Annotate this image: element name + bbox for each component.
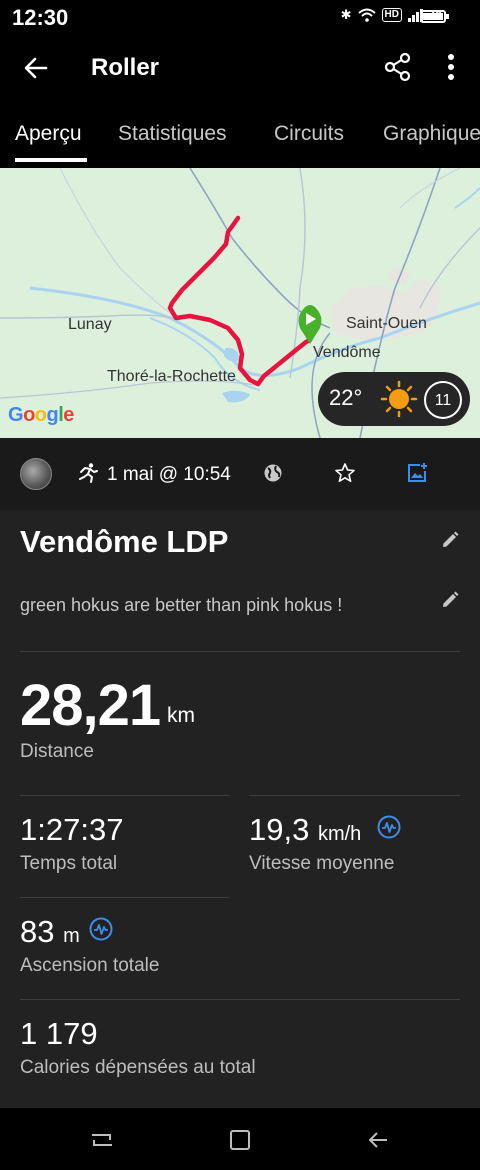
uv-index-badge: 11 bbox=[424, 381, 462, 419]
divider bbox=[20, 795, 229, 796]
google-logo: Google bbox=[8, 404, 74, 426]
globe-icon[interactable] bbox=[263, 463, 283, 483]
road-1 bbox=[189, 168, 331, 329]
sun-icon bbox=[380, 380, 418, 418]
lake bbox=[222, 390, 250, 403]
recent-apps-icon[interactable] bbox=[90, 1128, 114, 1152]
avg-speed-unit: km/h bbox=[317, 823, 362, 845]
status-bar: 12:30 ✱ HD 4G bbox=[0, 0, 480, 34]
lake-2 bbox=[224, 347, 240, 362]
edit-title-icon[interactable] bbox=[440, 530, 460, 550]
avatar[interactable] bbox=[20, 458, 52, 490]
calories-value: 1 179 bbox=[20, 1016, 98, 1051]
activity-details: 1 mai @ 10:54 Vendôme LDP green hokus ar… bbox=[0, 438, 480, 1108]
status-time: 12:30 bbox=[12, 5, 69, 30]
road-8 bbox=[59, 168, 171, 314]
system-nav-bar bbox=[0, 1108, 480, 1170]
ascent-unit: m bbox=[63, 925, 80, 947]
divider bbox=[20, 897, 229, 898]
home-icon[interactable] bbox=[228, 1128, 252, 1152]
divider bbox=[20, 651, 460, 652]
map-label-vendome: Vendôme bbox=[313, 344, 381, 361]
water-east bbox=[454, 187, 480, 209]
weather-widget[interactable]: 22° 11 bbox=[318, 372, 470, 426]
activity-description: green hokus are better than pink hokus ! bbox=[20, 595, 343, 615]
distance-unit: km bbox=[167, 704, 195, 727]
ascent-value: 83 m bbox=[20, 914, 80, 949]
tab-apercu[interactable]: Aperçu bbox=[15, 122, 82, 146]
tab-circuits[interactable]: Circuits bbox=[274, 122, 344, 146]
tab-bar: Aperçu Statistiques Circuits Graphiques bbox=[0, 100, 480, 164]
speed-chart-icon[interactable] bbox=[377, 815, 401, 839]
battery-icon bbox=[420, 10, 449, 23]
hd-badge: HD bbox=[381, 8, 402, 22]
map-label-saint-ouen: Saint-Ouen bbox=[346, 315, 427, 332]
calories-label: Calories dépensées au total bbox=[20, 1057, 256, 1078]
more-options-icon[interactable] bbox=[440, 52, 462, 82]
back-arrow-icon[interactable] bbox=[22, 54, 50, 82]
system-back-icon[interactable] bbox=[366, 1128, 390, 1152]
map-label-lunay: Lunay bbox=[68, 316, 112, 333]
road-9 bbox=[399, 168, 461, 209]
add-photo-icon[interactable] bbox=[406, 462, 428, 484]
page-title: Roller bbox=[91, 54, 160, 81]
running-icon bbox=[79, 463, 98, 483]
start-marker-icon bbox=[298, 305, 322, 344]
activity-title: Vendôme LDP bbox=[20, 524, 229, 559]
edit-description-icon[interactable] bbox=[440, 590, 460, 610]
total-time-value: 1:27:37 bbox=[20, 812, 124, 847]
divider bbox=[20, 999, 460, 1000]
distance-value: 28,21 bbox=[20, 673, 161, 738]
avg-speed-label: Vitesse moyenne bbox=[249, 853, 395, 874]
app-bar: Roller bbox=[0, 34, 480, 100]
total-time-label: Temps total bbox=[20, 853, 118, 874]
tab-graphiques[interactable]: Graphiques bbox=[383, 122, 480, 146]
wifi-icon bbox=[357, 8, 376, 22]
active-tab-indicator bbox=[15, 158, 87, 162]
ascent-chart-icon[interactable] bbox=[89, 917, 113, 941]
star-icon[interactable] bbox=[334, 462, 356, 484]
route-map[interactable]: Lunay Saint-Ouen Vendôme Thoré-la-Rochet… bbox=[0, 168, 480, 438]
map-label-thore: Thoré-la-Rochette bbox=[107, 368, 236, 385]
ascent-label: Ascension totale bbox=[20, 955, 160, 976]
share-icon[interactable] bbox=[383, 52, 413, 82]
uv-index-value: 11 bbox=[434, 392, 452, 409]
tab-statistiques[interactable]: Statistiques bbox=[118, 122, 227, 146]
bluetooth-icon: ✱ bbox=[340, 7, 352, 22]
activity-meta-row: 1 mai @ 10:54 bbox=[0, 438, 480, 510]
activity-date: 1 mai @ 10:54 bbox=[107, 464, 231, 485]
weather-temperature: 22° bbox=[329, 385, 363, 410]
divider bbox=[249, 795, 460, 796]
avg-speed-value: 19,3 km/h bbox=[249, 812, 362, 847]
distance-label: Distance bbox=[20, 741, 94, 762]
